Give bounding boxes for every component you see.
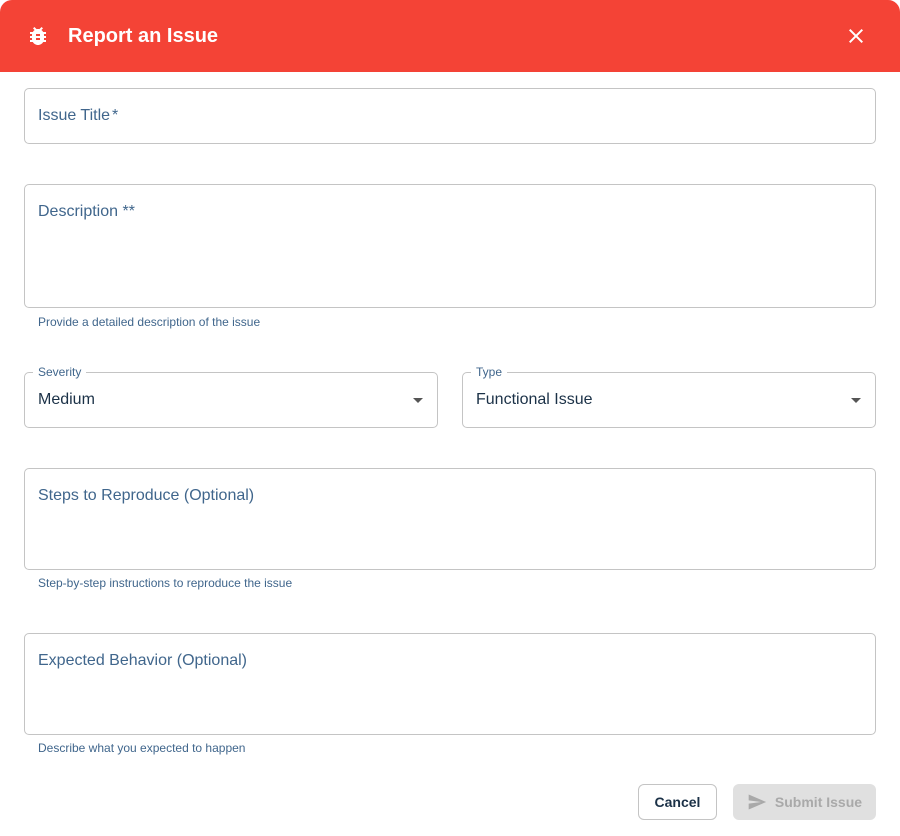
steps-to-reproduce-textarea[interactable]: Steps to Reproduce (Optional) [24,468,876,570]
description-textarea[interactable]: Description ** [24,184,876,308]
chevron-down-icon [851,398,861,403]
steps-placeholder: Steps to Reproduce (Optional) [38,487,255,504]
dialog-title: Report an Issue [68,25,219,47]
close-button[interactable] [836,16,876,56]
description-helper-text: Provide a detailed description of the is… [38,315,261,329]
chevron-down-icon [413,398,423,403]
issue-title-input[interactable]: Issue Title * [24,88,876,144]
description-placeholder: Description ** [38,203,135,220]
severity-value: Medium [38,391,95,408]
close-icon [849,29,863,43]
dialog-header: Report an Issue [0,0,900,72]
type-label: Type [471,365,508,379]
cancel-button[interactable]: Cancel [638,784,717,820]
expected-placeholder: Expected Behavior (Optional) [38,652,247,669]
type-select[interactable]: Type Functional Issue [462,365,876,428]
send-icon [748,794,767,810]
severity-label: Severity [33,365,87,379]
required-mark: * [112,107,119,124]
submit-label: Submit Issue [774,794,863,810]
steps-helper-text: Step-by-step instructions to reproduce t… [38,576,293,590]
expected-behavior-textarea[interactable]: Expected Behavior (Optional) [24,633,876,735]
type-value: Functional Issue [476,391,593,408]
required-mark: * [128,203,135,220]
bug-icon [26,24,50,48]
submit-issue-button[interactable]: Submit Issue [733,784,876,820]
issue-title-placeholder: Issue Title * [38,107,119,124]
report-issue-dialog: Report an Issue Issue Title * Description… [0,0,900,836]
expected-helper-text: Describe what you expected to happen [38,741,246,755]
severity-select[interactable]: Severity Medium [24,365,438,428]
